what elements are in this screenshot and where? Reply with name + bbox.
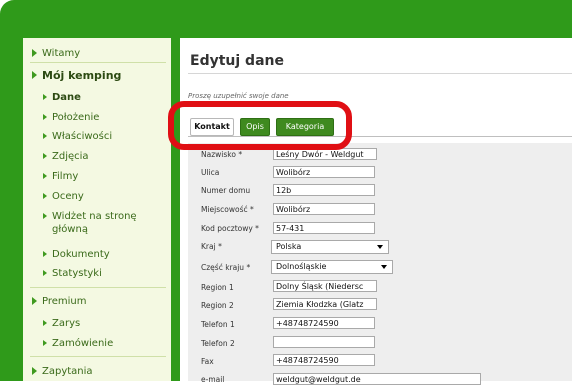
arrow-icon bbox=[32, 49, 37, 57]
sidebar-item-oceny[interactable]: Oceny bbox=[43, 190, 84, 203]
house-number-field[interactable]: 12b bbox=[273, 184, 375, 196]
sidebar-item-zamowienie[interactable]: Zamówienie bbox=[43, 337, 113, 350]
arrow-icon bbox=[43, 193, 47, 199]
field-label: Fax bbox=[201, 357, 214, 366]
street-field[interactable]: Wolibórz bbox=[273, 166, 375, 178]
region1-field[interactable]: Dolny Śląsk (Niedersc bbox=[273, 280, 377, 292]
fax-field[interactable]: +48748724590 bbox=[273, 354, 375, 366]
sidebar-item-polozenie[interactable]: Położenie bbox=[43, 111, 99, 124]
sidebar-item-dokumenty[interactable]: Dokumenty bbox=[43, 248, 110, 261]
arrow-icon bbox=[43, 270, 47, 276]
sidebar-item-zdjecia[interactable]: Zdjęcia bbox=[43, 150, 89, 163]
sidebar-item-widzet[interactable]: Widżet na stronę główną bbox=[43, 210, 163, 236]
arrow-icon bbox=[43, 340, 47, 346]
phone2-field[interactable] bbox=[273, 336, 375, 348]
field-label: e-mail bbox=[201, 375, 225, 384]
field-label: Nazwisko * bbox=[201, 150, 243, 159]
title-divider bbox=[188, 73, 572, 74]
sidebar-item-witamy[interactable]: Witamy bbox=[32, 47, 80, 60]
arrow-icon bbox=[32, 297, 37, 305]
arrow-icon bbox=[43, 94, 47, 100]
sidebar-item-premium[interactable]: Premium bbox=[32, 295, 87, 308]
phone1-field[interactable]: +48748724590 bbox=[273, 317, 375, 329]
chevron-down-icon bbox=[377, 245, 383, 249]
page-title: Edytuj dane bbox=[190, 53, 284, 69]
email-field[interactable]: weldgut@weldgut.de bbox=[273, 373, 481, 385]
sidebar-item-zapytania[interactable]: Zapytania bbox=[32, 365, 93, 378]
sidebar-item-dane[interactable]: Dane bbox=[43, 91, 81, 104]
field-label: Telefon 1 bbox=[201, 320, 235, 329]
arrow-icon bbox=[32, 71, 37, 79]
postal-code-field[interactable]: 57-431 bbox=[273, 222, 375, 234]
arrow-icon bbox=[43, 251, 47, 257]
arrow-icon bbox=[43, 114, 47, 120]
field-label: Telefon 2 bbox=[201, 339, 235, 348]
arrow-icon bbox=[43, 213, 47, 219]
field-label: Numer domu bbox=[201, 186, 251, 195]
arrow-icon bbox=[43, 320, 47, 326]
sidebar-divider bbox=[30, 287, 166, 288]
arrow-icon bbox=[43, 133, 47, 139]
region2-field[interactable]: Ziemia Kłodzka (Glatz bbox=[273, 298, 377, 310]
region-select[interactable]: Dolnośląskie bbox=[271, 260, 393, 274]
arrow-icon bbox=[32, 367, 37, 375]
city-field[interactable]: Wolibórz bbox=[273, 203, 375, 215]
sidebar-item-zarys[interactable]: Zarys bbox=[43, 317, 80, 330]
arrow-icon bbox=[43, 173, 47, 179]
sidebar-divider bbox=[30, 62, 166, 63]
field-label: Kraj * bbox=[201, 242, 222, 251]
form-hint: Proszę uzupełnić swoje dane bbox=[188, 92, 289, 100]
sidebar-item-wlasciwosci[interactable]: Właściwości bbox=[43, 130, 112, 143]
sidebar-item-moj-kemping[interactable]: Mój kemping bbox=[32, 69, 121, 82]
sidebar-item-filmy[interactable]: Filmy bbox=[43, 170, 78, 183]
sidebar-item-statystyki[interactable]: Statystyki bbox=[43, 267, 102, 280]
field-label: Część kraju * bbox=[201, 263, 251, 272]
arrow-icon bbox=[43, 153, 47, 159]
tabs-highlight bbox=[168, 101, 352, 150]
country-select[interactable]: Polska bbox=[271, 240, 389, 254]
field-label: Ulica bbox=[201, 168, 220, 177]
field-label: Region 1 bbox=[201, 283, 234, 292]
field-label: Kod pocztowy * bbox=[201, 224, 259, 233]
field-label: Region 2 bbox=[201, 301, 234, 310]
sidebar-divider bbox=[30, 356, 166, 357]
field-label: Miejscowość * bbox=[201, 205, 254, 214]
chevron-down-icon bbox=[381, 265, 387, 269]
